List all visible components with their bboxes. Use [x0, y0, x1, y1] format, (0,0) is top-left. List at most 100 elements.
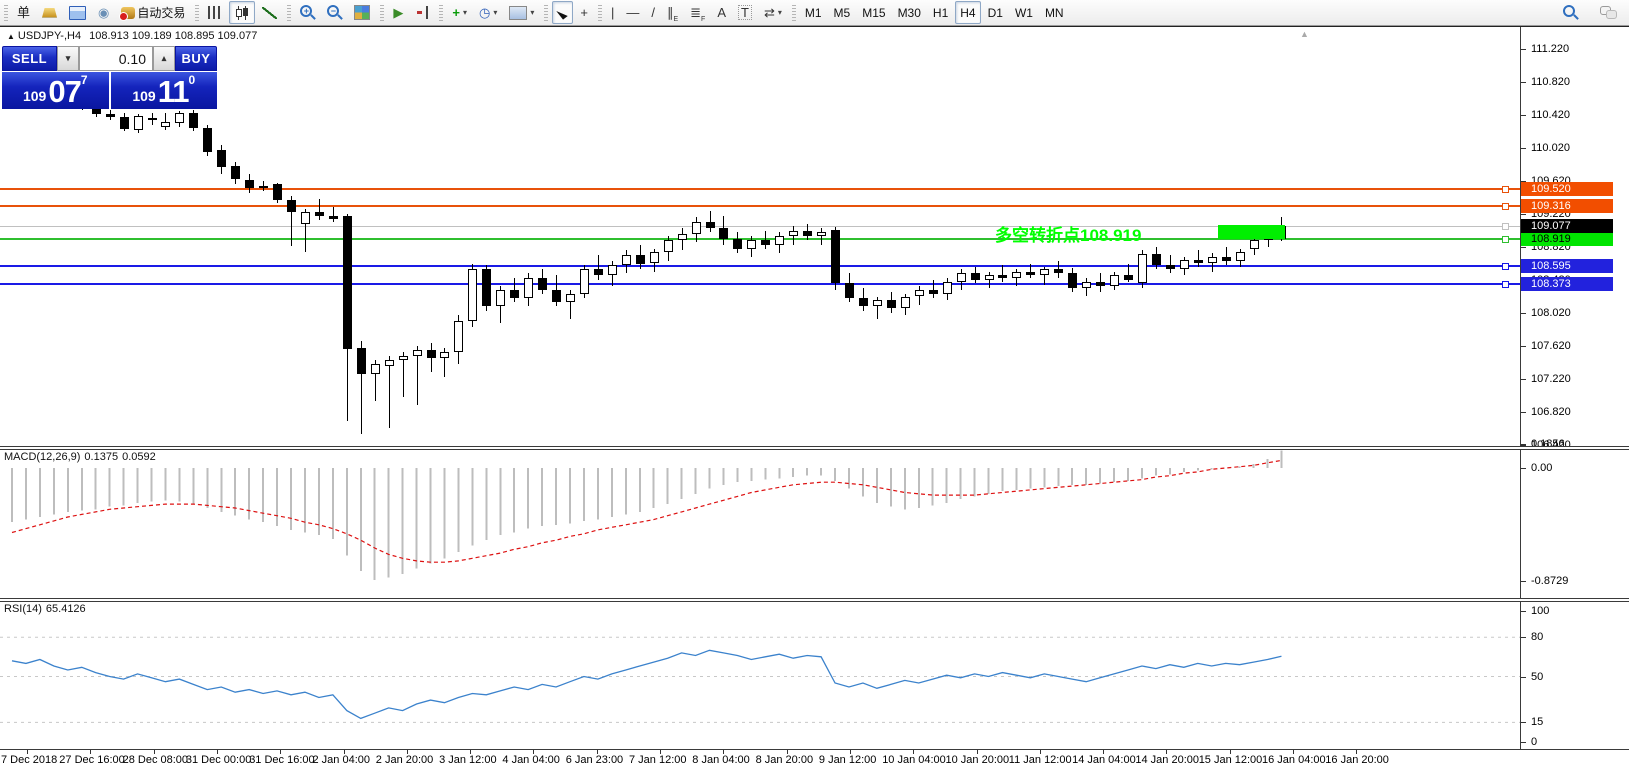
- candlestick-chart-icon: [234, 6, 250, 20]
- price-line[interactable]: [0, 283, 1520, 285]
- equidistant-channel-button[interactable]: ∥E: [662, 1, 683, 24]
- tf-m30-label: M30: [898, 6, 921, 20]
- price-axis-tick: [1521, 82, 1526, 83]
- price-axis-tick: [1521, 214, 1526, 215]
- tf-m30-button[interactable]: M30: [893, 1, 926, 24]
- buy-price-display[interactable]: 109 11 0: [111, 72, 218, 109]
- price-line-handle[interactable]: [1502, 223, 1509, 230]
- toolbar-grip: [439, 5, 443, 21]
- price-line-handle[interactable]: [1502, 236, 1509, 243]
- candle: [245, 180, 254, 188]
- new-order-button[interactable]: 单: [12, 1, 35, 24]
- bar-chart-icon: [208, 6, 222, 19]
- candle: [594, 269, 603, 275]
- candle: [957, 273, 966, 281]
- indicators-button[interactable]: +▾: [447, 1, 472, 24]
- fibonacci-button[interactable]: ≣F: [685, 1, 710, 24]
- price-line-handle[interactable]: [1502, 186, 1509, 193]
- sell-price-display[interactable]: 109 07 7: [2, 72, 109, 109]
- tf-mn-button[interactable]: MN: [1040, 1, 1069, 24]
- auto-trading-button[interactable]: 自动交易: [116, 1, 190, 24]
- periods-icon: ◷: [479, 6, 490, 19]
- tf-m5-label: M5: [834, 6, 851, 20]
- price-line[interactable]: [0, 205, 1520, 207]
- line-chart-button[interactable]: [257, 1, 282, 24]
- candle: [1250, 240, 1259, 248]
- chart-shift-button[interactable]: [410, 1, 434, 24]
- candle: [552, 290, 561, 302]
- toolbar-grip: [195, 5, 199, 21]
- toolbar-grip: [380, 5, 384, 21]
- tf-h1-button[interactable]: H1: [928, 1, 953, 24]
- bar-chart-button[interactable]: [203, 1, 227, 24]
- volume-up-button[interactable]: ▴: [153, 46, 175, 71]
- candle: [371, 364, 380, 374]
- tile-windows-button[interactable]: [349, 1, 375, 24]
- candle: [287, 200, 296, 212]
- community-chat-button[interactable]: [1595, 1, 1622, 24]
- tf-m1-label: M1: [805, 6, 822, 20]
- zoom-out-button[interactable]: [322, 1, 347, 24]
- cursor-icon: [557, 7, 569, 19]
- gold-ingot-button[interactable]: [37, 1, 62, 24]
- time-axis[interactable]: 7 Dec 201827 Dec 16:0028 Dec 08:0031 Dec…: [0, 749, 1629, 768]
- price-axis-value: 110.020: [1531, 142, 1570, 154]
- volume-down-button[interactable]: ▾: [57, 46, 79, 71]
- search-button[interactable]: [1558, 1, 1583, 24]
- zoom-in-button[interactable]: [295, 1, 320, 24]
- time-axis-value: 16 Jan 20:00: [1325, 754, 1389, 766]
- tf-m1-button[interactable]: M1: [800, 1, 827, 24]
- candle: [719, 228, 728, 239]
- sell-button[interactable]: SELL: [2, 46, 57, 71]
- toolbar: 单 ◉自动交易 ▶ +▾◷▾▾ + | — /∥E≣FAT⇄▾ M1 M5 M15 M30 H1 H4 D1…: [0, 0, 1629, 26]
- candle: [1096, 282, 1105, 286]
- auto-scroll-button[interactable]: ▶: [388, 1, 408, 24]
- price-line[interactable]: [0, 226, 1520, 227]
- arrows-button[interactable]: ⇄▾: [759, 1, 787, 24]
- price-line-handle[interactable]: [1502, 203, 1509, 210]
- vertical-line-button[interactable]: |: [606, 1, 619, 24]
- cursor-button[interactable]: [552, 1, 573, 24]
- price-line-handle[interactable]: [1502, 281, 1509, 288]
- price-line[interactable]: [0, 188, 1520, 190]
- candle: [1152, 254, 1161, 266]
- candle: [399, 356, 408, 360]
- horizontal-line-button[interactable]: —: [621, 1, 644, 24]
- time-axis-value: 3 Jan 12:00: [439, 754, 497, 766]
- price-line[interactable]: [0, 238, 1520, 240]
- toolbar-grip: [792, 5, 796, 21]
- chart-title: ▲USDJPY-,H4108.913 109.189 108.895 109.0…: [7, 30, 257, 42]
- time-axis-value: 11 Jan 12:00: [1009, 754, 1072, 766]
- volume-input[interactable]: 0.10: [79, 46, 153, 71]
- tf-d1-button[interactable]: D1: [983, 1, 1008, 24]
- terminal-button[interactable]: [64, 1, 91, 24]
- tf-m5-button[interactable]: M5: [829, 1, 856, 24]
- line-chart-icon: [262, 7, 277, 19]
- candle: [454, 321, 463, 352]
- price-line[interactable]: [0, 265, 1520, 267]
- symbol-marker-icon: ▲: [7, 32, 15, 41]
- candle: [231, 166, 240, 179]
- panel-divider[interactable]: [0, 446, 1629, 450]
- price-line-label: 109.077: [1521, 219, 1613, 233]
- time-axis-value: 16 Jan 04:00: [1262, 754, 1326, 766]
- candlestick-chart-button[interactable]: [229, 1, 255, 24]
- time-axis-value: 7 Dec 2018: [1, 754, 57, 766]
- templates-button[interactable]: ▾: [504, 1, 539, 24]
- tf-w1-button[interactable]: W1: [1010, 1, 1038, 24]
- panel-divider[interactable]: [0, 598, 1629, 602]
- candle: [1082, 282, 1091, 289]
- tf-m15-button[interactable]: M15: [857, 1, 890, 24]
- buy-button[interactable]: BUY: [175, 46, 217, 71]
- text-label-button[interactable]: T: [733, 1, 757, 24]
- horizontal-line-icon: —: [626, 6, 639, 19]
- tf-h4-label: H4: [960, 6, 975, 20]
- signal-button[interactable]: ◉: [93, 1, 114, 24]
- text-button[interactable]: A: [712, 1, 731, 24]
- price-line-handle[interactable]: [1502, 263, 1509, 270]
- trend-line-button[interactable]: /: [646, 1, 660, 24]
- crosshair-button[interactable]: +: [575, 1, 593, 24]
- candle: [496, 290, 505, 307]
- periods-button[interactable]: ◷▾: [474, 1, 502, 24]
- tf-h4-button[interactable]: H4: [955, 1, 980, 24]
